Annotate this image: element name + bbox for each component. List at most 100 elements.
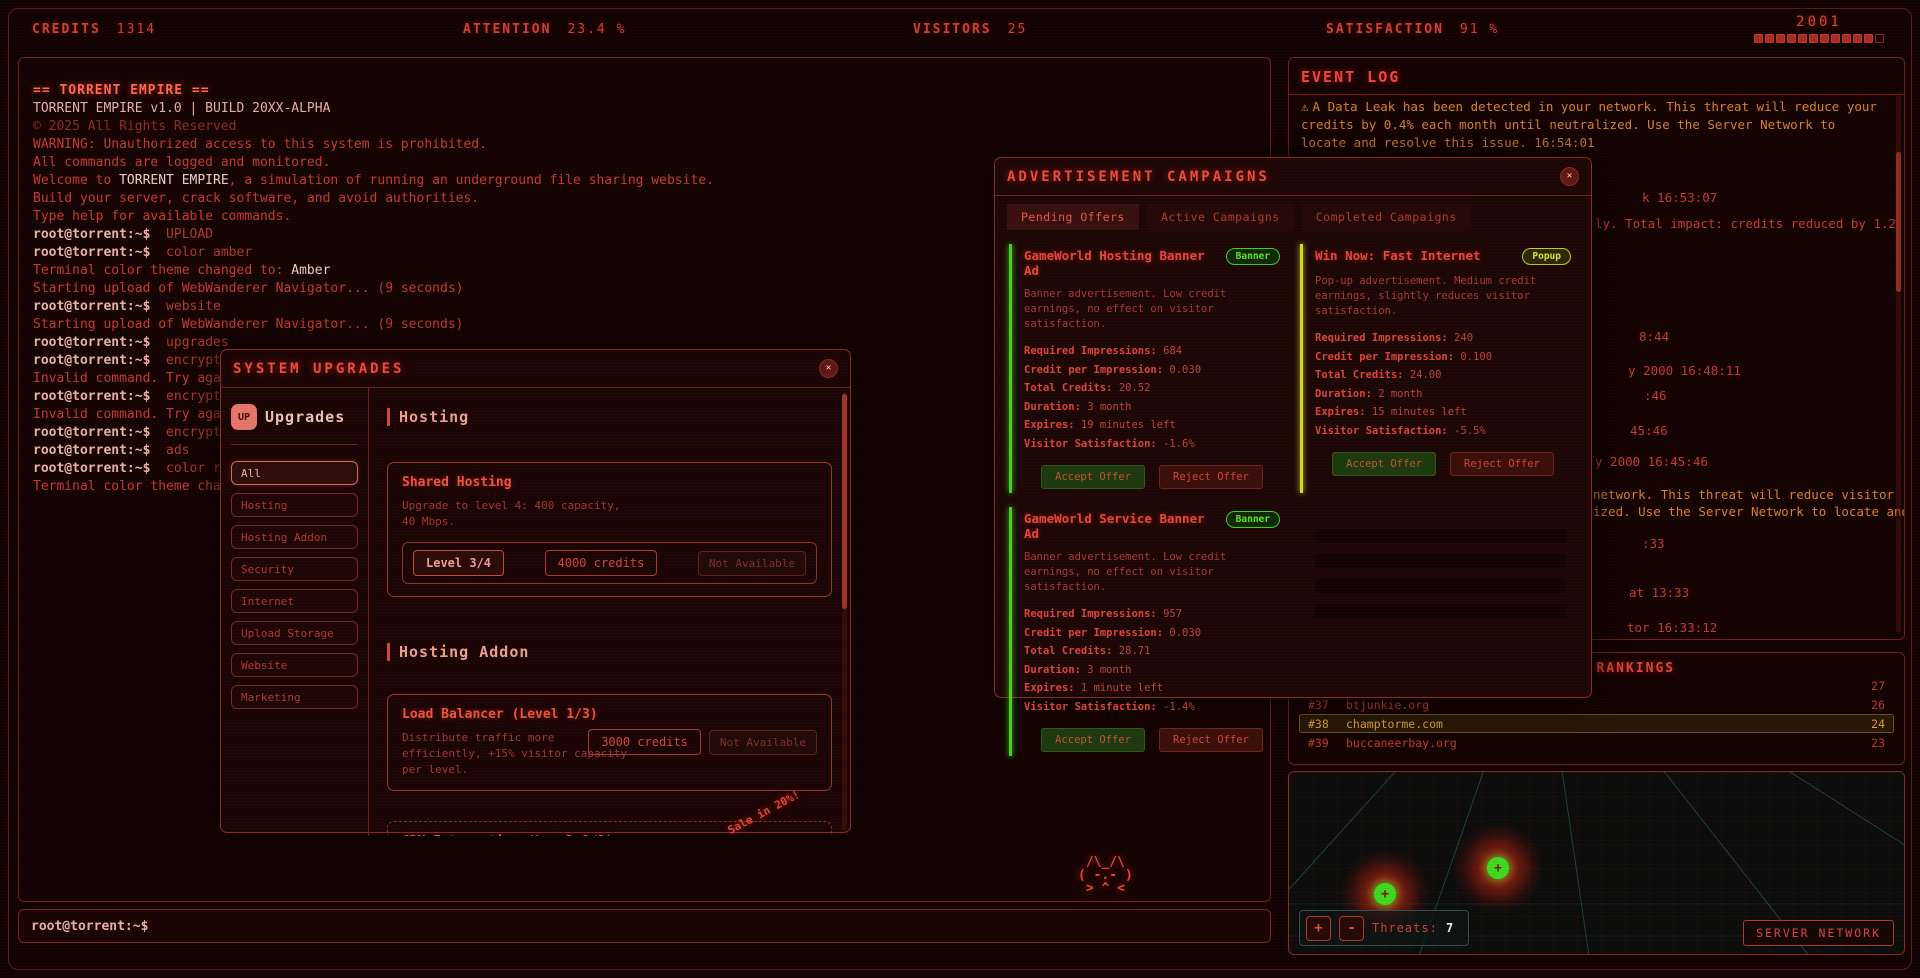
progress-pip xyxy=(1754,34,1763,43)
event-entry-warning: ⚠A Data Leak has been detected in your n… xyxy=(1301,98,1881,152)
tab-pending-offers[interactable]: Pending Offers xyxy=(1007,204,1139,230)
terminal-text: Build your server, crack software, and a… xyxy=(33,191,479,206)
ad-stat-line: Visitor Satisfaction: -5.5% xyxy=(1315,422,1571,441)
category-button-internet[interactable]: Internet xyxy=(231,589,358,613)
category-button-upload-storage[interactable]: Upload Storage xyxy=(231,621,358,645)
year-progress: 2001 xyxy=(1754,14,1884,43)
ad-stat-value: 28.71 xyxy=(1119,645,1151,657)
terminal-text: Starting upload of WebWanderer Navigator… xyxy=(33,317,463,332)
threat-blob[interactable]: + xyxy=(1452,822,1544,914)
ranking-value: 26 xyxy=(1855,698,1885,712)
ghost-row xyxy=(1315,529,1567,543)
ad-stat-value: 2 month xyxy=(1378,388,1422,400)
event-log-scrollbar[interactable] xyxy=(1896,92,1901,633)
tab-active-campaigns[interactable]: Active Campaigns xyxy=(1147,204,1294,230)
terminal-text: Terminal color theme changed to: xyxy=(33,263,291,278)
terminal-text: TORRENT EMPIRE xyxy=(119,173,229,188)
zoom-out-button[interactable]: - xyxy=(1339,916,1364,941)
visitors-label: VISITORS xyxy=(913,22,992,37)
ad-stat-value: 0.030 xyxy=(1169,627,1201,639)
upgrade-purchase-row: Level 3/44000 creditsNot Available xyxy=(402,542,817,584)
command-input[interactable]: root@torrent:~$ xyxy=(18,909,1271,943)
server-network-map[interactable]: + + + - Threats: 7 SERVER NETWORK xyxy=(1288,771,1905,955)
credits-value: 1314 xyxy=(117,22,156,37)
progress-pip xyxy=(1776,34,1785,43)
upgrade-level-badge: Level 3/4 xyxy=(413,550,504,576)
ad-stats: Required Impressions: 957Credit per Impr… xyxy=(1024,605,1280,716)
category-button-website[interactable]: Website xyxy=(231,653,358,677)
upgrade-card: CDN Integration (Level 1/2)Content deliv… xyxy=(387,821,832,836)
ad-stat-value: -5.5% xyxy=(1454,425,1486,437)
terminal-command: UPLOAD xyxy=(150,227,213,242)
terminal-line: WARNING: Unauthorized access to this sys… xyxy=(33,136,1270,154)
ad-name: GameWorld Hosting Banner Ad xyxy=(1024,248,1214,278)
category-button-marketing[interactable]: Marketing xyxy=(231,685,358,709)
threats-label: Threats: xyxy=(1372,921,1438,935)
terminal-prompt: root@torrent:~$ xyxy=(33,299,150,314)
reject-offer-button[interactable]: Reject Offer xyxy=(1159,465,1263,489)
ad-offer-card: GameWorld Service Banner AdBannerBanner … xyxy=(1009,507,1286,756)
close-icon[interactable]: ✕ xyxy=(1560,167,1579,186)
ad-type-badge: Popup xyxy=(1522,248,1571,265)
ad-stat-value: 240 xyxy=(1454,332,1473,344)
ad-stat-line: Expires: 15 minutes left xyxy=(1315,403,1571,422)
ad-stat-label: Required Impressions: xyxy=(1024,345,1163,357)
terminal-text: © 2025 All Rights Reserved xyxy=(33,119,237,134)
ad-stat-line: Total Credits: 24.00 xyxy=(1315,366,1571,385)
ad-stat-line: Credit per Impression: 0.030 xyxy=(1024,361,1280,380)
upgrades-scrollbar[interactable] xyxy=(842,392,847,832)
upgrade-name: Load Balancer (Level 1/3) xyxy=(402,707,817,722)
sale-stamp: Sale in 20%! xyxy=(725,788,801,836)
section-heading: Hosting Addon xyxy=(387,643,832,661)
accept-offer-button[interactable]: Accept Offer xyxy=(1041,465,1145,489)
terminal-command: upgrades xyxy=(150,335,228,350)
event-warning-text: A Data Leak has been detected in your ne… xyxy=(1301,99,1877,150)
ad-stat-value: -1.6% xyxy=(1163,438,1195,450)
ads-modal-title: ADVERTISEMENT CAMPAIGNS xyxy=(1007,169,1270,185)
accept-offer-button[interactable]: Accept Offer xyxy=(1041,728,1145,752)
credits-label: CREDITS xyxy=(32,22,101,37)
event-entry: ized. Use the Server Network to locate a… xyxy=(1593,504,1905,519)
ad-type-badge: Banner xyxy=(1226,248,1280,265)
ad-stat-label: Credit per Impression: xyxy=(1315,351,1460,363)
ad-stat-label: Expires: xyxy=(1024,419,1081,431)
category-button-hosting-addon[interactable]: Hosting Addon xyxy=(231,525,358,549)
not-available-button[interactable]: Not Available xyxy=(698,551,806,576)
terminal-text: Amber xyxy=(291,263,330,278)
ad-stat-value: 684 xyxy=(1163,345,1182,357)
close-icon[interactable]: ✕ xyxy=(819,359,838,378)
progress-pip xyxy=(1798,34,1807,43)
upgrade-name: CDN Integration (Level 1/2) xyxy=(402,834,817,836)
reject-offer-button[interactable]: Reject Offer xyxy=(1450,452,1554,476)
section-heading-label: Hosting Addon xyxy=(399,643,529,661)
ad-type-badge: Banner xyxy=(1226,511,1280,528)
ad-stat-label: Expires: xyxy=(1024,682,1081,694)
ad-stat-line: Required Impressions: 684 xyxy=(1024,342,1280,361)
warning-icon: ⚠ xyxy=(1301,99,1309,114)
ghost-row xyxy=(1315,604,1567,618)
reject-offer-button[interactable]: Reject Offer xyxy=(1159,728,1263,752)
not-available-button[interactable]: Not Available xyxy=(709,730,817,755)
ad-stat-line: Duration: 3 month xyxy=(1024,398,1280,417)
terminal-command: ads xyxy=(150,443,189,458)
ad-stat-value: 24.00 xyxy=(1410,369,1442,381)
accept-offer-button[interactable]: Accept Offer xyxy=(1332,452,1436,476)
terminal-prompt: root@torrent:~$ xyxy=(33,389,150,404)
ad-card-header: Win Now: Fast InternetPopup xyxy=(1315,248,1571,265)
category-button-hosting[interactable]: Hosting xyxy=(231,493,358,517)
event-entry: 8:44 xyxy=(1639,329,1669,344)
terminal-prompt: root@torrent:~$ xyxy=(33,335,150,350)
terminal-text: , a simulation of running an underground… xyxy=(229,173,714,188)
faded-card-placeholder xyxy=(1300,507,1577,756)
upgrade-card: Load Balancer (Level 1/3)Distribute traf… xyxy=(387,694,832,791)
zoom-in-button[interactable]: + xyxy=(1306,916,1331,941)
tab-completed-campaigns[interactable]: Completed Campaigns xyxy=(1302,204,1471,230)
upgrades-modal-title: SYSTEM UPGRADES xyxy=(233,361,404,377)
advertisement-campaigns-modal: ADVERTISEMENT CAMPAIGNS ✕ Pending Offers… xyxy=(994,157,1592,698)
ad-card-actions: Accept Offer Reject Offer xyxy=(1024,465,1280,489)
scrollbar-thumb[interactable] xyxy=(1896,152,1901,292)
scrollbar-thumb[interactable] xyxy=(842,394,847,609)
map-controls: + - Threats: 7 xyxy=(1299,910,1469,946)
category-button-security[interactable]: Security xyxy=(231,557,358,581)
category-button-all[interactable]: All xyxy=(231,461,358,485)
